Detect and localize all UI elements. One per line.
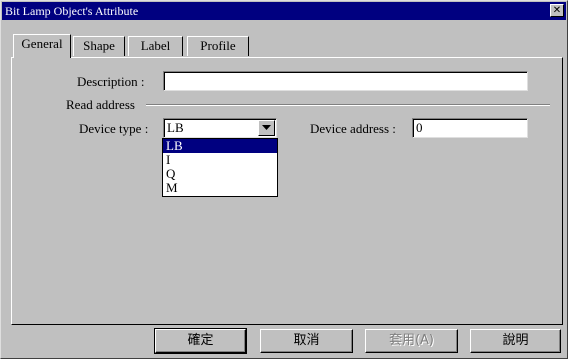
- device-address-input[interactable]: 0: [412, 118, 528, 138]
- dropdown-option-lb[interactable]: LB: [163, 139, 277, 153]
- tab-shape-label: Shape: [83, 38, 115, 53]
- tab-general-label: General: [21, 36, 63, 51]
- dropdown-option-q[interactable]: Q: [163, 167, 277, 181]
- device-type-combobox[interactable]: LB: [163, 118, 277, 138]
- device-type-dropdown-list: LB I Q M: [162, 138, 278, 197]
- ok-button[interactable]: 確定: [154, 328, 247, 354]
- dropdown-option-i[interactable]: I: [163, 153, 277, 167]
- tab-profile-label: Profile: [200, 38, 236, 53]
- tab-shape[interactable]: Shape: [73, 36, 125, 56]
- description-input[interactable]: [163, 71, 528, 91]
- tab-general[interactable]: General: [13, 34, 71, 58]
- close-button[interactable]: ✕: [550, 4, 564, 17]
- read-address-group-label: Read address: [66, 97, 135, 112]
- dropdown-option-m[interactable]: M: [163, 181, 277, 195]
- dialog-window: Bit Lamp Object's Attribute ✕ General Sh…: [0, 0, 568, 359]
- device-address-label: Device address :: [310, 121, 396, 136]
- device-type-value: LB: [167, 120, 184, 135]
- device-type-label: Device type :: [79, 121, 149, 136]
- group-divider-highlight: [146, 105, 550, 106]
- tab-label-label: Label: [140, 38, 171, 53]
- apply-button: 套用(A): [365, 329, 458, 353]
- cancel-button[interactable]: 取消: [260, 329, 353, 353]
- tab-label[interactable]: Label: [128, 36, 183, 56]
- window-title: Bit Lamp Object's Attribute: [5, 4, 139, 18]
- tab-profile[interactable]: Profile: [187, 36, 249, 56]
- description-label: Description :: [77, 74, 145, 89]
- help-button[interactable]: 說明: [470, 329, 561, 353]
- title-bar: Bit Lamp Object's Attribute ✕: [2, 2, 566, 20]
- triangle-down-icon: [262, 125, 271, 130]
- device-type-dropdown-button[interactable]: [258, 120, 275, 136]
- close-icon: ✕: [552, 5, 562, 16]
